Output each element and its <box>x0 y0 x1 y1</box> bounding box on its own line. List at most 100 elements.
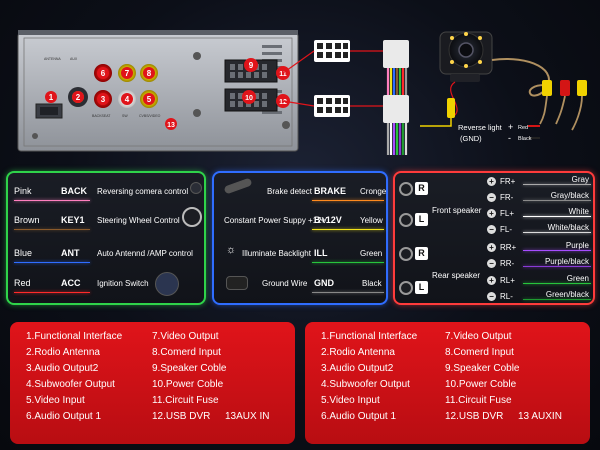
speaker-wire-line <box>523 184 591 185</box>
legend-item: 11.Circuit Fuse <box>445 395 512 406</box>
black-wire-label: Black <box>518 136 532 142</box>
head-unit-rear: ANTENNA AUX BACKSEAT SW CVBS/VIDEO <box>17 30 299 152</box>
legend-item: 1.Functional Interface <box>26 331 123 342</box>
wire-color-blue: Blue <box>14 248 33 258</box>
wire-signal-brake: BRAKE <box>314 186 347 196</box>
legend-item: 8.Comerd Input <box>445 347 514 358</box>
legend-item: 10.Power Coble <box>152 379 224 390</box>
legend-item: 7.Video Output <box>152 331 219 342</box>
label-sw: SW <box>122 114 128 118</box>
ignition-key-icon <box>155 272 179 296</box>
legend-item: 12.USB DVR <box>152 411 211 422</box>
polarity-minus-icon: − <box>487 193 496 202</box>
wire-color-red: Red <box>14 278 31 288</box>
label-cvbs: CVBS/VIDEO <box>139 114 161 118</box>
headlight-icon: ☼ <box>226 244 237 256</box>
label-antenna: ANTENNA <box>44 57 61 61</box>
legend-item: 9.Speaker Coble <box>445 363 520 374</box>
wire-signal-b12v: B+12V <box>314 215 342 225</box>
desc-brake-detect: Brake detect <box>267 187 312 196</box>
rear-left-speaker-icon <box>399 281 413 295</box>
legend-left: 1.Functional Interface 2.Rodio Antenna 3.A… <box>10 322 295 444</box>
legend-item: 10.Power Coble <box>445 379 517 390</box>
badge-12: 12 <box>279 99 287 106</box>
desc-backlight: Illuminate Backlight <box>242 249 311 258</box>
badge-fl: L <box>415 213 428 226</box>
speaker-wire-code: FR+ <box>500 177 516 186</box>
battery-icon <box>226 276 248 290</box>
desc-ground: Ground Wire <box>262 279 308 288</box>
badge-10: 10 <box>245 95 253 102</box>
wire-color-orange: Cronge <box>360 187 387 196</box>
badge-7: 7 <box>125 69 130 78</box>
speaker-wire-code: FR- <box>500 193 514 202</box>
harness-connectors <box>282 40 409 155</box>
wire-signal-back: BACK <box>61 186 87 196</box>
polarity-plus-icon: + <box>487 209 496 218</box>
legend-item: 7.Video Output <box>445 331 512 342</box>
gnd-label: (GND) <box>460 134 482 143</box>
wire-line-pink <box>14 200 90 201</box>
legend-item: 4.Subwoofer Output <box>321 379 410 390</box>
front-speaker-label: Front speaker <box>432 206 482 215</box>
front-right-speaker-icon <box>399 182 413 196</box>
speaker-wire-line <box>523 283 591 284</box>
legend-item: 8.Comerd Input <box>152 347 221 358</box>
speaker-wire-line <box>523 232 591 233</box>
legend-item: 1.Functional Interface <box>321 331 418 342</box>
speaker-wire-code: FL+ <box>500 209 515 218</box>
desc-antenna-amp: Auto Antennd /AMP control <box>97 249 193 258</box>
handbrake-icon <box>223 177 253 195</box>
wire-line-black <box>312 292 384 293</box>
legend-item: 3.Audio Output2 <box>321 363 394 374</box>
speaker-wire-code: RR+ <box>500 243 517 252</box>
badge-6: 6 <box>101 69 106 78</box>
wire-signal-ant: ANT <box>61 248 80 258</box>
wire-color-yellow: Yellow <box>360 216 383 225</box>
wire-color-black: Black <box>362 279 382 288</box>
red-wire-label: Red <box>518 125 528 131</box>
reverse-light-label: Reverse light <box>458 123 503 132</box>
speaker-wire-code: RR- <box>500 259 515 268</box>
panel-speaker-wires: R L R L Front speaker Rear speaker + FR+ G… <box>393 171 595 305</box>
wire-signal-key1: KEY1 <box>61 215 85 225</box>
camera-icon <box>190 182 202 194</box>
legend-item: 2.Rodio Antenna <box>26 347 100 358</box>
legend-item: 6.Audio Output 1 <box>321 411 397 422</box>
badge-fr: R <box>415 182 428 195</box>
plus-sign: + <box>508 122 513 132</box>
legend-item: 5.Video Input <box>26 395 85 406</box>
polarity-minus-icon: − <box>487 225 496 234</box>
legend-right: 1.Functional Interface 2.Rodio Antenna 3.A… <box>305 322 590 444</box>
legend-item: 9.Speaker Coble <box>152 363 227 374</box>
legend-item: 11.Circuit Fuse <box>152 395 219 406</box>
desc-steering-wheel: Steering Wheel Control <box>97 216 180 225</box>
wire-signal-acc: ACC <box>61 278 81 288</box>
badge-4: 4 <box>125 95 130 104</box>
speaker-wire-line <box>523 216 591 217</box>
wire-signal-ill: ILL <box>314 248 328 258</box>
speaker-wire-line <box>523 200 591 201</box>
desc-ignition: Ignition Switch <box>97 279 149 288</box>
wire-line-red <box>14 292 90 293</box>
speaker-wire-code: RL- <box>500 292 513 301</box>
badge-rl: L <box>415 281 428 294</box>
reverse-camera <box>420 31 587 139</box>
badge-rr: R <box>415 247 428 260</box>
panel-control-wires: Pink BACK Reversing comera control Brown… <box>6 171 206 305</box>
legend-right-aux: 13 AUXIN <box>518 411 562 422</box>
wire-line-orange <box>312 200 384 201</box>
rear-speaker-label: Rear speaker <box>432 271 481 280</box>
wire-color-green: Green <box>360 249 383 258</box>
front-left-speaker-icon <box>399 213 413 227</box>
legend-item: 12.USB DVR <box>445 411 504 422</box>
legend-item: 3.Audio Output2 <box>26 363 99 374</box>
wire-color-brown: Brown <box>14 215 40 225</box>
minus-sign: - <box>508 133 511 143</box>
label-backseat: BACKSEAT <box>92 114 111 118</box>
speaker-wire-code: RL+ <box>500 276 515 285</box>
steering-wheel-icon <box>182 207 202 227</box>
polarity-minus-icon: − <box>487 259 496 268</box>
panel-power-wires: Brake detect BRAKE Cronge Constant Power… <box>212 171 388 305</box>
desc-constant-power: Constant Power Suppy +12V <box>224 216 327 225</box>
